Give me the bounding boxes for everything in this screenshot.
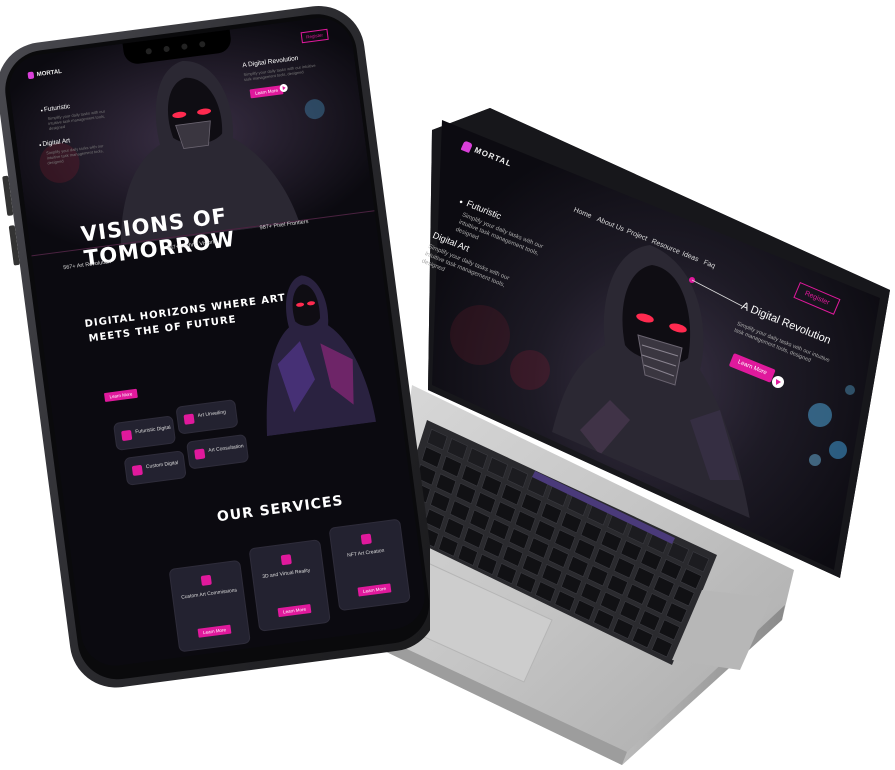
- nav-faq[interactable]: Faq: [702, 259, 716, 270]
- keyboard-key: [573, 599, 595, 621]
- camera-icon: [145, 47, 153, 55]
- feature-label: Futuristic Digital: [134, 424, 172, 436]
- service-title: NFT Art Creation: [346, 547, 385, 559]
- nav-project[interactable]: Project: [625, 228, 648, 243]
- logo-icon: [460, 140, 473, 153]
- service-learn-more[interactable]: Learn More: [277, 603, 312, 618]
- service-icon: [360, 533, 372, 545]
- nav-about[interactable]: About Us: [596, 216, 626, 233]
- service-card[interactable]: Custom Art Commissions Learn More: [169, 560, 250, 652]
- phone-section2-learn-more[interactable]: Learn More: [103, 388, 138, 402]
- nav-ideas[interactable]: Ideas: [681, 251, 700, 264]
- nav-home[interactable]: Home: [572, 207, 592, 220]
- feature-card[interactable]: Art Consultation: [187, 435, 249, 469]
- feature-icon: [183, 413, 195, 425]
- feature-icon: [121, 429, 133, 442]
- logo-icon: [27, 71, 35, 80]
- sensor-icon: [198, 40, 206, 48]
- play-icon: [776, 379, 781, 385]
- feature-card[interactable]: Futuristic Digital: [114, 416, 175, 450]
- feature-card[interactable]: Custom Digital: [124, 451, 186, 485]
- laptop-play-button[interactable]: [772, 376, 784, 388]
- service-icon: [200, 574, 212, 586]
- feature-icon: [194, 448, 206, 460]
- service-card[interactable]: 3D and Virtual Reality Learn More: [249, 540, 330, 631]
- phone-section2-image: [266, 275, 377, 437]
- sensor-icon: [163, 45, 170, 53]
- keyboard-key: [554, 590, 576, 612]
- keyboard-key: [631, 627, 654, 649]
- service-card[interactable]: NFT Art Creation Learn More: [329, 519, 410, 611]
- service-icon: [280, 554, 292, 566]
- service-learn-more[interactable]: Learn More: [197, 624, 232, 638]
- service-title: Custom Art Commissions: [180, 587, 238, 601]
- feature-label: Art Unveiling: [197, 409, 227, 420]
- sensor-icon: [181, 43, 188, 50]
- feature-card[interactable]: Art Unveiling: [176, 400, 238, 434]
- phone-section2-desc: [92, 344, 231, 362]
- play-icon: [282, 85, 286, 91]
- service-title: 3D and Virtual Reality: [261, 567, 311, 580]
- keyboard-key: [651, 636, 673, 658]
- keyboard-key: [612, 618, 634, 640]
- laptop-hero-connector-line: [689, 277, 743, 307]
- service-learn-more[interactable]: Learn More: [357, 583, 392, 597]
- feature-label: Art Consultation: [208, 443, 245, 454]
- phone-services-title: OUR SERVICES: [216, 492, 345, 526]
- feature-icon: [131, 464, 143, 476]
- nav-resource[interactable]: Resource: [650, 238, 681, 256]
- feature-label: Custom Digital: [145, 460, 179, 471]
- keyboard-key: [593, 608, 615, 630]
